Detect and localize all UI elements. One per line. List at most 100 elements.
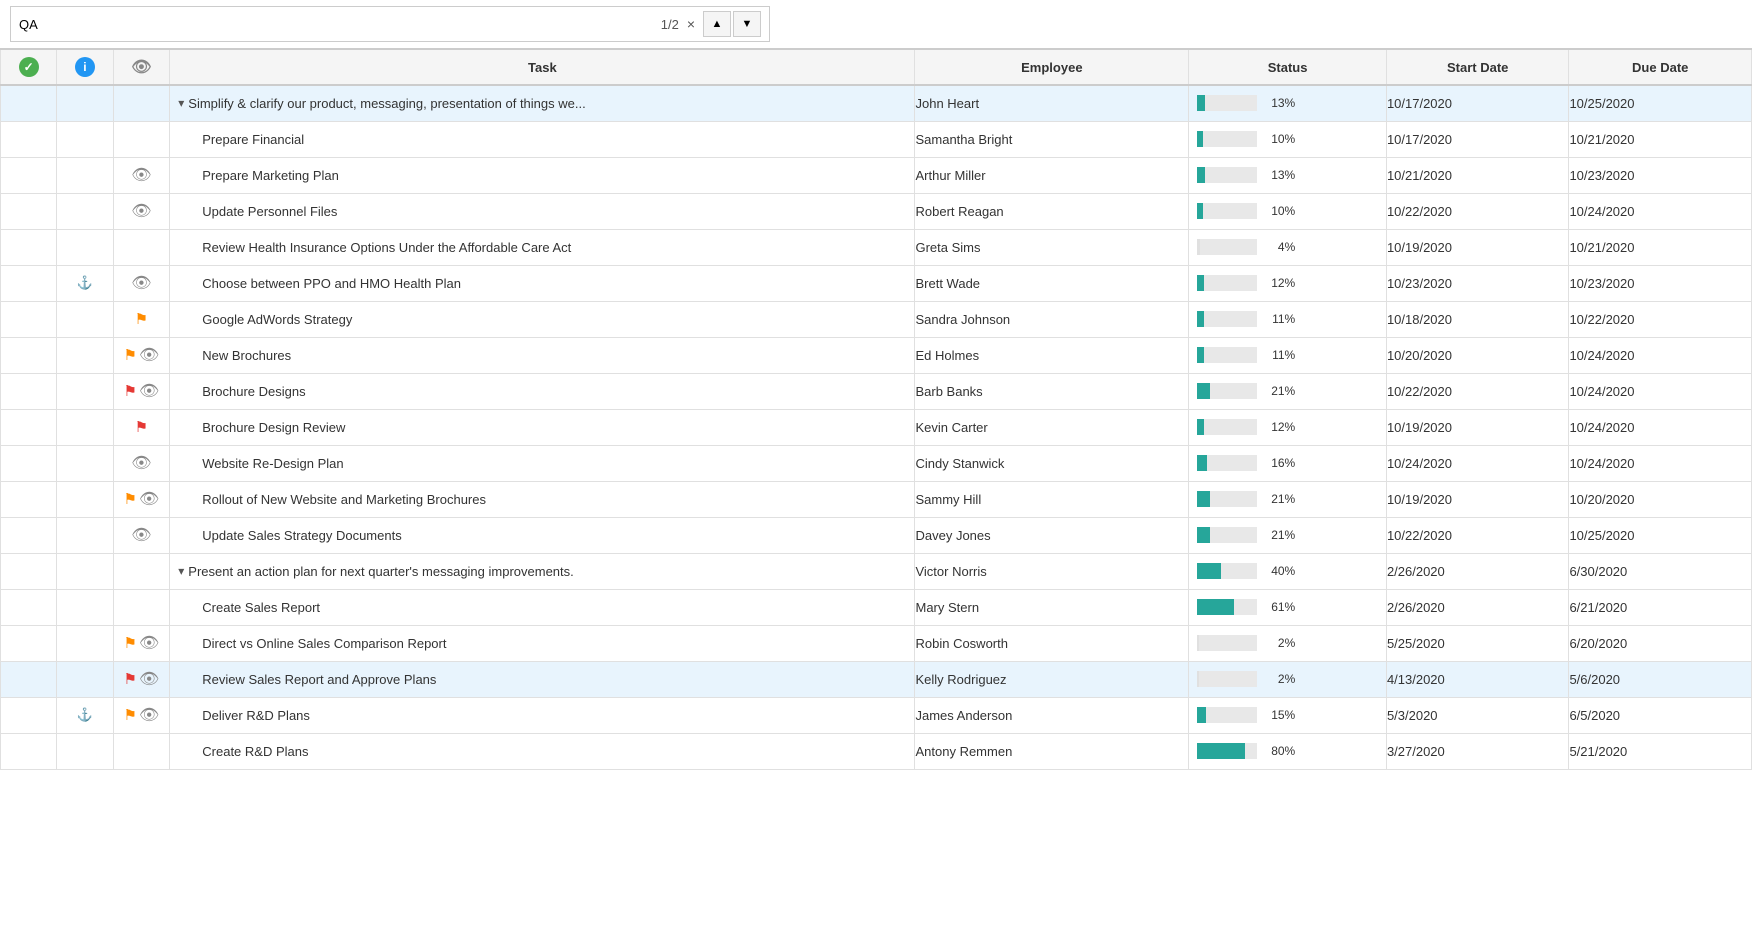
cell-status: 13%	[1189, 85, 1387, 121]
cell-check	[1, 625, 57, 661]
table-row[interactable]: ⚑Brochure Design ReviewKevin Carter 12% …	[1, 409, 1752, 445]
table-row[interactable]: Create Sales ReportMary Stern 61% 2/26/2…	[1, 589, 1752, 625]
table-row[interactable]: 👁Update Personnel FilesRobert Reagan 10%…	[1, 193, 1752, 229]
cell-task[interactable]: Review Health Insurance Options Under th…	[170, 229, 915, 265]
cell-eye-flag: 👁	[113, 265, 170, 301]
cell-task[interactable]: Update Sales Strategy Documents	[170, 517, 915, 553]
cell-eye-flag	[113, 553, 170, 589]
search-prev-button[interactable]: ▲	[703, 11, 731, 37]
task-label: Create Sales Report	[202, 600, 320, 615]
progress-bar	[1197, 455, 1257, 471]
cell-task[interactable]: Update Personnel Files	[170, 193, 915, 229]
eye-visible-icon[interactable]: 👁	[139, 489, 159, 509]
progress-fill	[1197, 131, 1203, 147]
cell-eye-flag	[113, 733, 170, 769]
cell-check	[1, 229, 57, 265]
cell-status: 61%	[1189, 589, 1387, 625]
search-clear-button[interactable]: ×	[687, 16, 695, 32]
cell-check	[1, 697, 57, 733]
cell-task[interactable]: ▾Present an action plan for next quarter…	[170, 553, 915, 589]
flag-red-icon: ⚑	[124, 382, 137, 400]
cell-info	[57, 337, 113, 373]
table-row[interactable]: Review Health Insurance Options Under th…	[1, 229, 1752, 265]
header-employee: Employee	[915, 49, 1189, 85]
header-startdate: Start Date	[1386, 49, 1569, 85]
eye-visible-icon[interactable]: 👁	[139, 705, 159, 725]
cell-info	[57, 445, 113, 481]
cell-task[interactable]: Prepare Marketing Plan	[170, 157, 915, 193]
progress-label: 11%	[1263, 348, 1295, 362]
task-label: Update Personnel Files	[202, 204, 337, 219]
cell-duedate: 10/24/2020	[1569, 445, 1752, 481]
cell-info	[57, 409, 113, 445]
table-row[interactable]: Create R&D PlansAntony Remmen 80% 3/27/2…	[1, 733, 1752, 769]
eye-visible-icon[interactable]: 👁	[139, 633, 159, 653]
cell-eye-flag: 👁	[113, 517, 170, 553]
table-row[interactable]: ⚑👁 Direct vs Online Sales Comparison Repo…	[1, 625, 1752, 661]
progress-fill	[1197, 707, 1206, 723]
cell-task[interactable]: Create Sales Report	[170, 589, 915, 625]
task-label: Brochure Designs	[202, 384, 305, 399]
cell-task[interactable]: Prepare Financial	[170, 121, 915, 157]
cell-task[interactable]: Rollout of New Website and Marketing Bro…	[170, 481, 915, 517]
table-row[interactable]: ⚑👁Review Sales Report and Approve PlansK…	[1, 661, 1752, 697]
cell-task[interactable]: Brochure Design Review	[170, 409, 915, 445]
progress-label: 2%	[1263, 672, 1295, 686]
table-row[interactable]: 👁Website Re-Design PlanCindy Stanwick 16…	[1, 445, 1752, 481]
eye-visible-icon[interactable]: 👁	[131, 201, 151, 221]
progress-bar	[1197, 95, 1257, 111]
table-row[interactable]: ⚓⚑👁Deliver R&D PlansJames Anderson 15% 5…	[1, 697, 1752, 733]
cell-task[interactable]: Create R&D Plans	[170, 733, 915, 769]
table-row[interactable]: 👁Update Sales Strategy DocumentsDavey Jo…	[1, 517, 1752, 553]
check-icon: ✓	[19, 57, 39, 77]
table-row[interactable]: ⚓👁Choose between PPO and HMO Health Plan…	[1, 265, 1752, 301]
cell-task[interactable]: ▾Simplify & clarify our product, messagi…	[170, 85, 915, 121]
cell-check	[1, 553, 57, 589]
progress-label: 13%	[1263, 168, 1295, 182]
flag-orange-icon: ⚑	[124, 634, 137, 652]
cell-eye-flag: 👁	[113, 445, 170, 481]
table-row[interactable]: ⚑Google AdWords StrategySandra Johnson 1…	[1, 301, 1752, 337]
cell-status: 13%	[1189, 157, 1387, 193]
progress-bar	[1197, 671, 1257, 687]
task-label: Review Sales Report and Approve Plans	[202, 672, 436, 687]
table-row[interactable]: Prepare FinancialSamantha Bright 10% 10/…	[1, 121, 1752, 157]
cell-task[interactable]: Website Re-Design Plan	[170, 445, 915, 481]
eye-visible-icon[interactable]: 👁	[131, 453, 151, 473]
table-row[interactable]: ▾Present an action plan for next quarter…	[1, 553, 1752, 589]
eye-visible-icon[interactable]: 👁	[139, 345, 159, 365]
search-next-button[interactable]: ▼	[733, 11, 761, 37]
eye-visible-icon[interactable]: 👁	[131, 273, 151, 293]
progress-label: 12%	[1263, 276, 1295, 290]
cell-employee: Greta Sims	[915, 229, 1189, 265]
cell-task[interactable]: New Brochures	[170, 337, 915, 373]
progress-fill	[1197, 635, 1199, 651]
table-row[interactable]: ▾Simplify & clarify our product, messagi…	[1, 85, 1752, 121]
progress-fill	[1197, 311, 1204, 327]
table-row[interactable]: 👁Prepare Marketing PlanArthur Miller 13%…	[1, 157, 1752, 193]
group-arrow-icon: ▾	[178, 564, 184, 578]
table-row[interactable]: ⚑👁Rollout of New Website and Marketing B…	[1, 481, 1752, 517]
eye-visible-icon[interactable]: 👁	[139, 669, 159, 689]
eye-visible-icon[interactable]: 👁	[131, 165, 151, 185]
search-input[interactable]	[19, 17, 653, 32]
progress-label: 15%	[1263, 708, 1295, 722]
eye-visible-icon[interactable]: 👁	[131, 525, 151, 545]
cell-task[interactable]: Brochure Designs	[170, 373, 915, 409]
cell-task[interactable]: Direct vs Online Sales Comparison Report	[170, 625, 915, 661]
cell-task[interactable]: Google AdWords Strategy	[170, 301, 915, 337]
cell-task[interactable]: Review Sales Report and Approve Plans	[170, 661, 915, 697]
table-row[interactable]: ⚑👁New BrochuresEd Holmes 11% 10/20/20201…	[1, 337, 1752, 373]
cell-task[interactable]: Choose between PPO and HMO Health Plan	[170, 265, 915, 301]
cell-eye-flag: ⚑	[113, 409, 170, 445]
cell-check	[1, 481, 57, 517]
header-check: ✓	[1, 49, 57, 85]
cell-task[interactable]: Deliver R&D Plans	[170, 697, 915, 733]
progress-fill	[1197, 347, 1204, 363]
eye-visible-icon[interactable]: 👁	[139, 381, 159, 401]
table-row[interactable]: ⚑👁Brochure DesignsBarb Banks 21% 10/22/2…	[1, 373, 1752, 409]
cell-duedate: 5/21/2020	[1569, 733, 1752, 769]
flag-red-icon: ⚑	[124, 670, 137, 688]
cell-eye-flag	[113, 85, 170, 121]
task-label: Deliver R&D Plans	[202, 708, 310, 723]
